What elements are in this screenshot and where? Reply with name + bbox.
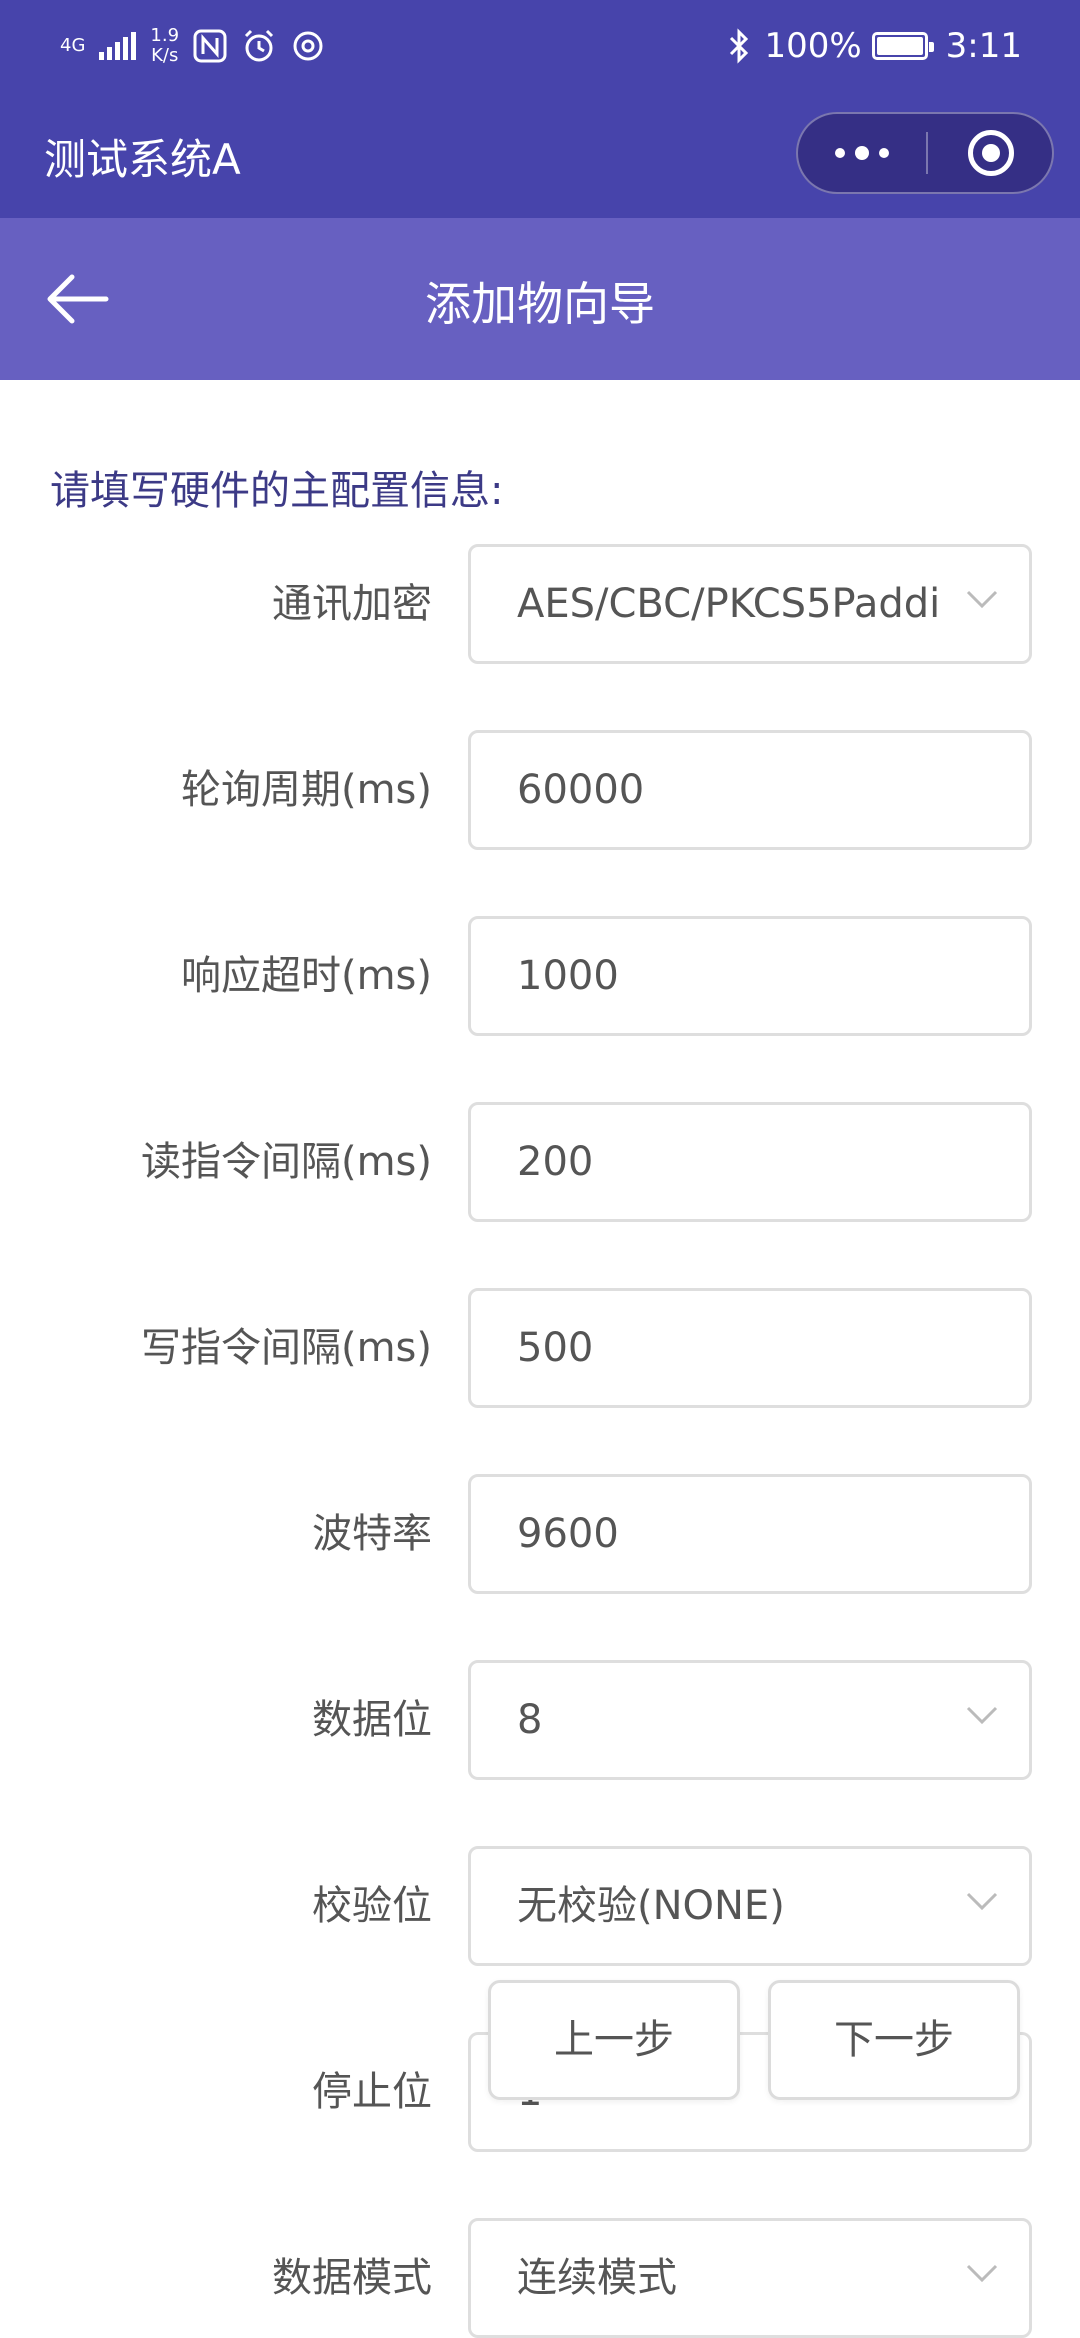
select-encryption[interactable]: AES/CBC/PKCS5Paddi (468, 544, 1032, 664)
value-parity: 无校验(NONE) (517, 1883, 785, 1929)
row-baud-rate: 波特率 9600 (0, 1474, 1080, 1594)
page-header: 添加物向导 (0, 218, 1080, 380)
speed-value: 1.9 (150, 25, 180, 46)
mini-program-capsule (796, 112, 1054, 194)
row-read-interval: 读指令间隔(ms) 200 (0, 1102, 1080, 1222)
data-saver-icon (293, 31, 323, 61)
row-data-mode: 数据模式 连续模式 (0, 2218, 1080, 2338)
nfc-icon (193, 29, 227, 63)
label-data-mode: 数据模式 (272, 2255, 432, 2301)
signal-icon (99, 32, 137, 60)
select-data-bits[interactable]: 8 (468, 1660, 1032, 1780)
value-baud-rate: 9600 (517, 1511, 619, 1557)
label-encryption: 通讯加密 (272, 581, 432, 627)
more-dots-icon[interactable] (798, 114, 926, 192)
label-read-interval: 读指令间隔(ms) (140, 1139, 432, 1185)
input-baud-rate[interactable]: 9600 (468, 1474, 1032, 1594)
value-data-bits: 8 (517, 1697, 543, 1743)
value-response-timeout: 1000 (517, 953, 619, 999)
input-poll-period[interactable]: 60000 (468, 730, 1032, 850)
app-title: 测试系统A (44, 135, 241, 184)
clock: 3:11 (945, 26, 1022, 66)
status-bar: 4G 1.9 K/s 100% 3:11 (0, 0, 1080, 92)
row-poll-period: 轮询周期(ms) 60000 (0, 730, 1080, 850)
battery-percent: 100% (764, 26, 862, 66)
chevron-down-icon (966, 1892, 998, 1911)
status-right: 100% 3:11 (724, 20, 1022, 72)
label-poll-period: 轮询周期(ms) (180, 767, 432, 813)
speed-unit: K/s (151, 45, 179, 66)
capsule-divider (926, 132, 928, 174)
input-response-timeout[interactable]: 1000 (468, 916, 1032, 1036)
input-read-interval[interactable]: 200 (468, 1102, 1032, 1222)
alarm-icon (244, 29, 274, 62)
row-parity: 校验位 无校验(NONE) (0, 1846, 1080, 1966)
select-data-mode[interactable]: 连续模式 (468, 2218, 1032, 2338)
next-step-button[interactable]: 下一步 (768, 1980, 1020, 2100)
battery-icon (871, 32, 934, 60)
chevron-down-icon (966, 1706, 998, 1725)
row-response-timeout: 响应超时(ms) 1000 (0, 916, 1080, 1036)
label-parity: 校验位 (312, 1883, 432, 1929)
value-write-interval: 500 (517, 1325, 594, 1371)
value-encryption: AES/CBC/PKCS5Paddi (517, 581, 941, 627)
row-encryption: 通讯加密 AES/CBC/PKCS5Paddi (0, 544, 1080, 664)
select-parity[interactable]: 无校验(NONE) (468, 1846, 1032, 1966)
value-read-interval: 200 (517, 1139, 594, 1185)
prev-step-button[interactable]: 上一步 (488, 1980, 740, 2100)
value-data-mode: 连续模式 (517, 2255, 677, 2301)
status-left: 4G 1.9 K/s (60, 20, 325, 72)
target-close-icon[interactable] (968, 130, 1014, 176)
value-poll-period: 60000 (517, 767, 645, 813)
chevron-down-icon (966, 2264, 998, 2283)
chevron-down-icon (966, 590, 998, 609)
label-write-interval: 写指令间隔(ms) (140, 1325, 432, 1371)
app-header: 测试系统A (0, 92, 1080, 218)
label-stop-bits: 停止位 (312, 2069, 432, 2115)
row-data-bits: 数据位 8 (0, 1660, 1080, 1780)
row-write-interval: 写指令间隔(ms) 500 (0, 1288, 1080, 1408)
label-data-bits: 数据位 (312, 1697, 432, 1743)
input-write-interval[interactable]: 500 (468, 1288, 1032, 1408)
bluetooth-icon (730, 28, 749, 64)
label-baud-rate: 波特率 (312, 1511, 432, 1557)
network-type: 4G (60, 35, 86, 56)
page-title: 添加物向导 (425, 277, 655, 331)
network-speed: 1.9 K/s (150, 26, 179, 66)
form-intro: 请填写硬件的主配置信息: (50, 468, 504, 514)
label-response-timeout: 响应超时(ms) (180, 953, 432, 999)
